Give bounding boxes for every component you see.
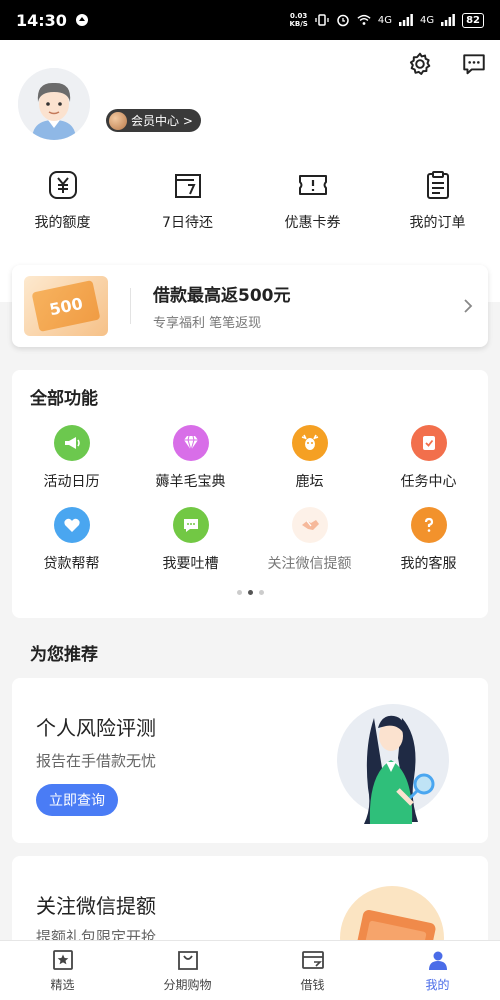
section-title: 全部功能 bbox=[30, 389, 98, 409]
network-type-1: 4G bbox=[377, 14, 392, 26]
status-time: 14:30 bbox=[16, 10, 67, 30]
card-subtitle: 报告在手借款无忧 bbox=[36, 752, 157, 770]
feature-loan-help[interactable]: 贷款帮帮 bbox=[12, 507, 131, 573]
quick-action-label: 我的订单 bbox=[409, 215, 466, 231]
tab-label: 分期购物 bbox=[163, 978, 212, 992]
profile-header: 会员中心 > 我的额度 7日待还 优惠卡券 我的订单 bbox=[0, 40, 500, 302]
quick-action-label: 我的额度 bbox=[34, 215, 91, 231]
tab-label: 精选 bbox=[50, 978, 75, 992]
feature-task-center[interactable]: 任务中心 bbox=[369, 425, 488, 491]
feature-label: 关注微信提额 bbox=[267, 556, 352, 572]
signal-icon-2 bbox=[441, 13, 455, 27]
quick-action-label: 优惠卡券 bbox=[284, 215, 341, 231]
tab-featured[interactable]: 精选 bbox=[0, 941, 125, 1000]
promo-subtitle: 专享福利 笔笔返现 bbox=[153, 316, 262, 331]
bottom-tab-bar: 精选 分期购物 借钱 我的 bbox=[0, 940, 500, 1000]
page-dot bbox=[236, 590, 242, 595]
ticket-icon bbox=[296, 168, 330, 202]
tab-mine[interactable]: 我的 bbox=[375, 941, 500, 1000]
page-indicator[interactable] bbox=[0, 590, 500, 595]
diamond-icon bbox=[172, 425, 209, 461]
shopping-bag-icon bbox=[176, 948, 200, 972]
feature-label: 活动日历 bbox=[43, 474, 100, 490]
quick-actions: 我的额度 7日待还 优惠卡券 我的订单 bbox=[0, 168, 500, 232]
risk-assessment-card[interactable]: 个人风险评测 报告在手借款无忧 立即查询 bbox=[12, 678, 488, 843]
tab-label: 我的 bbox=[425, 978, 450, 992]
page-dot-active bbox=[247, 590, 253, 595]
feature-label: 任务中心 bbox=[400, 474, 457, 490]
tab-label: 借钱 bbox=[300, 978, 325, 992]
feature-deal-guide[interactable]: 薅羊毛宝典 bbox=[131, 425, 250, 491]
yuan-card-icon bbox=[46, 168, 80, 202]
recommend-section-title: 为您推荐 bbox=[30, 645, 98, 665]
feature-label: 贷款帮帮 bbox=[43, 556, 100, 572]
question-icon bbox=[410, 507, 447, 543]
star-box-icon bbox=[51, 948, 75, 972]
vip-coin-icon bbox=[109, 111, 127, 130]
quick-7day-due[interactable]: 7日待还 bbox=[125, 168, 250, 232]
feature-label: 我要吐槽 bbox=[162, 556, 219, 572]
network-speed: 0.03 KB/S bbox=[289, 12, 308, 28]
feature-label: 我的客服 bbox=[400, 556, 457, 572]
calendar-7-icon bbox=[171, 168, 205, 202]
notification-icon bbox=[75, 13, 89, 27]
woman-magnifier-illustration bbox=[334, 698, 452, 828]
heart-icon bbox=[53, 507, 90, 543]
alarm-icon bbox=[336, 13, 350, 27]
promo-title: 借款最高返500元 bbox=[153, 286, 291, 306]
feature-activity-calendar[interactable]: 活动日历 bbox=[12, 425, 131, 491]
message-icon[interactable] bbox=[460, 50, 488, 78]
vip-center-button[interactable]: 会员中心 > bbox=[106, 109, 201, 132]
wallet-card-icon bbox=[301, 948, 325, 972]
divider bbox=[130, 288, 131, 324]
feature-label: 薅羊毛宝典 bbox=[155, 474, 226, 490]
chevron-right-icon bbox=[460, 298, 476, 314]
all-features-card: 全部功能 活动日历 薅羊毛宝典 鹿坛 任务中心 贷款帮帮 我要吐槽 关注微信提额… bbox=[12, 370, 488, 618]
coupon-ticket-icon: 500 bbox=[24, 276, 108, 336]
card-title: 关注微信提额 bbox=[36, 894, 156, 918]
wifi-icon bbox=[357, 13, 371, 27]
feature-forum[interactable]: 鹿坛 bbox=[250, 425, 369, 491]
task-icon bbox=[410, 425, 447, 461]
query-now-button[interactable]: 立即查询 bbox=[36, 784, 118, 816]
feature-wechat-boost[interactable]: 关注微信提额 bbox=[250, 507, 369, 573]
person-icon bbox=[426, 948, 450, 972]
card-title: 个人风险评测 bbox=[36, 716, 156, 740]
clipboard-icon bbox=[421, 168, 455, 202]
status-bar: 14:30 0.03 KB/S 4G 4G 82 bbox=[0, 0, 500, 40]
vip-center-label: 会员中心 > bbox=[131, 114, 193, 128]
quick-coupons[interactable]: 优惠卡券 bbox=[250, 168, 375, 232]
megaphone-icon bbox=[53, 425, 90, 461]
vibrate-icon bbox=[315, 13, 329, 27]
chat-icon bbox=[172, 507, 209, 543]
deer-icon bbox=[291, 425, 328, 461]
ticket-amount: 500 bbox=[47, 293, 85, 319]
page-dot bbox=[258, 590, 264, 595]
feature-customer-service[interactable]: 我的客服 bbox=[369, 507, 488, 573]
quick-action-label: 7日待还 bbox=[162, 215, 213, 231]
tab-installment-shopping[interactable]: 分期购物 bbox=[125, 941, 250, 1000]
tab-borrow[interactable]: 借钱 bbox=[250, 941, 375, 1000]
quick-my-orders[interactable]: 我的订单 bbox=[375, 168, 500, 232]
handshake-icon bbox=[291, 507, 328, 543]
network-type-2: 4G bbox=[419, 14, 435, 26]
feature-label: 鹿坛 bbox=[295, 474, 324, 490]
quick-my-credit[interactable]: 我的额度 bbox=[0, 168, 125, 232]
settings-icon[interactable] bbox=[406, 50, 434, 78]
feature-feedback[interactable]: 我要吐槽 bbox=[131, 507, 250, 573]
avatar[interactable] bbox=[18, 68, 90, 140]
battery-indicator: 82 bbox=[462, 12, 484, 28]
cashback-promo-banner[interactable]: 500 借款最高返500元 专享福利 笔笔返现 bbox=[12, 265, 488, 347]
signal-icon-1 bbox=[398, 13, 413, 27]
